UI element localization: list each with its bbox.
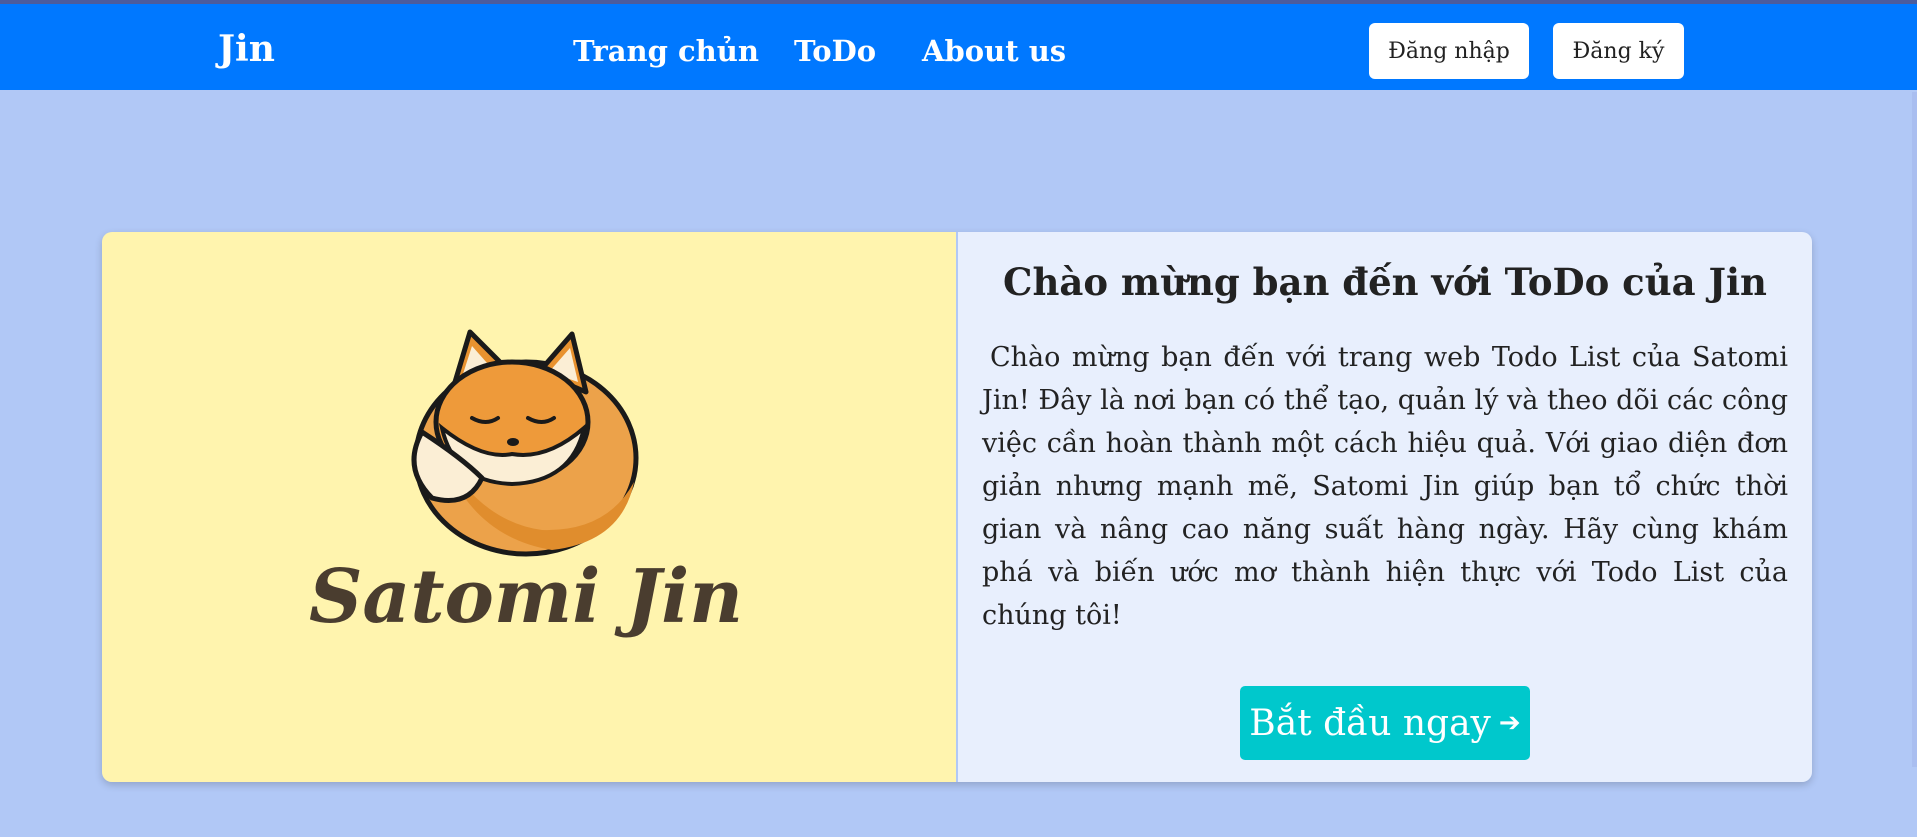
- get-started-button[interactable]: Bắt đầu ngay ➔: [1240, 686, 1530, 760]
- navbar: Jin Trang chủn ToDo About us Đăng nhập Đ…: [0, 4, 1917, 90]
- login-button[interactable]: Đăng nhập: [1369, 23, 1529, 79]
- sleeping-fox-icon: [411, 329, 639, 557]
- hero-description: Chào mừng bạn đến với trang web Todo Lis…: [982, 342, 1788, 631]
- brand-logo-link[interactable]: Jin: [218, 28, 275, 70]
- get-started-label: Bắt đầu ngay: [1249, 702, 1491, 744]
- nav-link-home[interactable]: Trang chủn: [573, 34, 759, 68]
- nav-link-about[interactable]: About us: [922, 34, 1066, 68]
- nav-link-todo[interactable]: ToDo: [794, 34, 876, 68]
- arrow-right-icon: ➔: [1498, 708, 1521, 738]
- hero-text-panel: Chào mừng bạn đến với ToDo của Jin Chào …: [958, 232, 1812, 782]
- register-button[interactable]: Đăng ký: [1553, 23, 1684, 79]
- page-scrollbar-edge: [1912, 92, 1917, 767]
- hero-image-panel: Satomi Jin: [102, 232, 956, 782]
- satomi-jin-logo: Satomi Jin: [309, 329, 743, 640]
- hero-title: Chào mừng bạn đến với ToDo của Jin: [1003, 260, 1767, 304]
- logo-wordmark: Satomi Jin: [309, 554, 743, 640]
- hero-card: Satomi Jin Chào mừng bạn đến với ToDo củ…: [102, 232, 1812, 782]
